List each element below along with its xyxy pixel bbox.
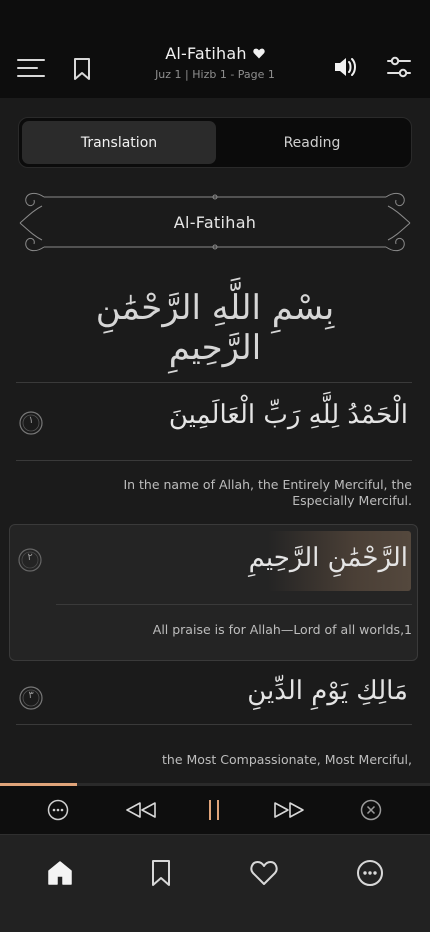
more-icon[interactable]	[355, 858, 385, 888]
ayah-translation: the Most Compassionate, Most Merciful,	[162, 752, 412, 767]
bookmark-icon[interactable]	[148, 858, 174, 888]
mode-toggle: Translation Reading	[18, 117, 412, 168]
divider	[16, 460, 412, 461]
ayah-number-marker: ٣	[18, 685, 44, 711]
basmala-text: بِسْمِ اللَّهِ الرَّحْمَٰنِ الرَّحِيمِ	[95, 288, 335, 368]
audio-player	[0, 786, 430, 834]
fast-forward-icon[interactable]	[272, 800, 306, 820]
settings-sliders-icon[interactable]	[385, 53, 413, 81]
ayah-arabic[interactable]: مَالِكِ يَوْمِ الدِّينِ	[247, 676, 408, 706]
more-icon[interactable]	[47, 799, 69, 821]
menu-icon[interactable]	[16, 55, 46, 81]
ayah-number: ٣	[28, 690, 34, 701]
top-bar: Al-Fatihah Juz 1 | Hizb 1 - Page 1	[0, 0, 430, 98]
pause-icon[interactable]	[204, 798, 224, 822]
ayah-number: ١	[28, 415, 34, 426]
tab-translation[interactable]: Translation	[22, 121, 216, 164]
page-title: Al-Fatihah	[165, 44, 247, 63]
ayah-number-marker: ٢	[17, 547, 43, 573]
basmala: بِسْمِ اللَّهِ الرَّحْمَٰنِ الرَّحِيمِ	[70, 280, 360, 368]
ayah-number: ٢	[27, 552, 33, 563]
page-subtitle: Juz 1 | Hizb 1 - Page 1	[155, 68, 275, 81]
heart-icon[interactable]	[249, 858, 279, 888]
home-icon[interactable]	[45, 858, 75, 888]
tab-reading[interactable]: Reading	[215, 121, 409, 164]
ayah-translation: In the name of Allah, the Entirely Merci…	[123, 477, 412, 508]
rewind-icon[interactable]	[124, 800, 158, 820]
surah-name: Al-Fatihah	[173, 213, 257, 232]
divider	[16, 382, 412, 383]
divider	[56, 604, 412, 605]
bookmark-icon[interactable]	[70, 55, 94, 83]
ayah-arabic[interactable]: الْحَمْدُ لِلَّهِ رَبِّ الْعَالَمِينَ	[169, 400, 408, 430]
ayah-translation: All praise is for Allah—Lord of all worl…	[152, 622, 412, 637]
close-icon[interactable]	[360, 799, 382, 821]
bottom-tab-bar	[0, 834, 430, 932]
divider	[16, 724, 412, 725]
surah-selector[interactable]: Al-Fatihah Juz 1 | Hizb 1 - Page 1	[115, 44, 315, 81]
surah-header-frame: Al-Fatihah	[16, 186, 414, 260]
ayah-number-marker: ١	[18, 410, 44, 436]
heart-icon	[253, 44, 265, 63]
speaker-icon[interactable]	[332, 53, 360, 81]
ayah-arabic[interactable]: الرَّحْمَٰنِ الرَّحِيمِ	[249, 543, 408, 573]
